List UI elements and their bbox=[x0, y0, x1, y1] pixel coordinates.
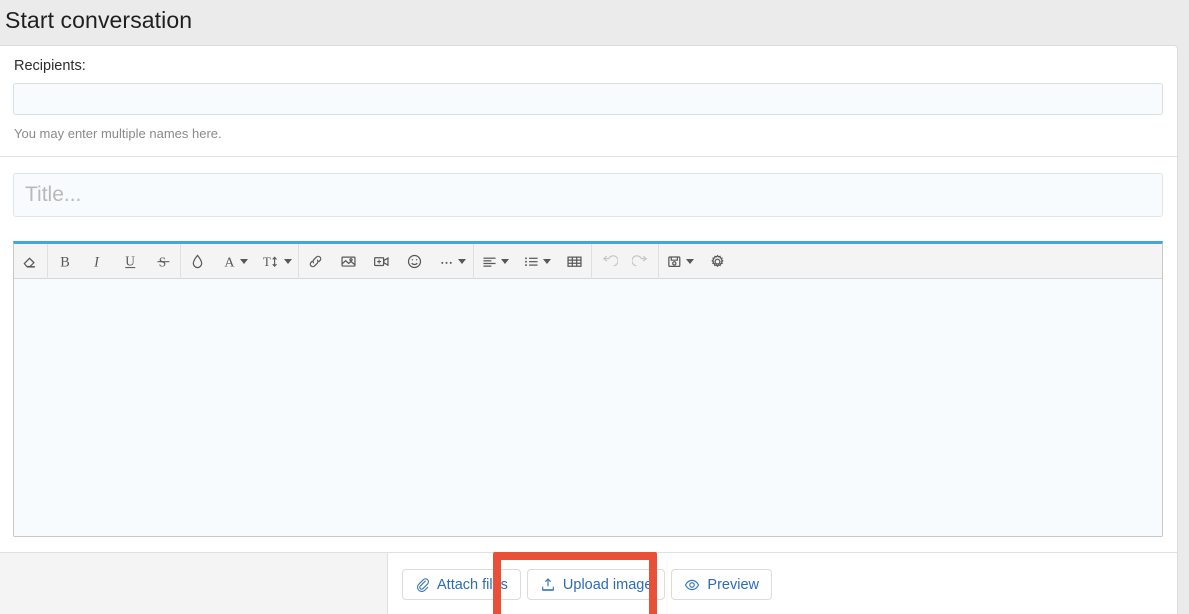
title-input[interactable] bbox=[13, 173, 1163, 217]
remove-format-icon[interactable] bbox=[14, 245, 47, 278]
preview-label: Preview bbox=[707, 577, 759, 593]
svg-text:I: I bbox=[93, 254, 100, 270]
attach-files-label: Attach files bbox=[437, 577, 508, 593]
toolbar-group-history bbox=[592, 244, 658, 279]
recipients-block: Recipients: You may enter multiple names… bbox=[0, 46, 1177, 156]
toolbar-group-insert bbox=[299, 244, 473, 279]
chevron-down-icon bbox=[284, 259, 292, 264]
draft-icon[interactable] bbox=[659, 245, 701, 278]
underline-icon[interactable]: U bbox=[114, 245, 147, 278]
toolbar-group-font: A T bbox=[181, 244, 298, 279]
toolbar-group-block bbox=[474, 244, 591, 279]
chevron-down-icon bbox=[543, 259, 551, 264]
font-family-icon[interactable]: A bbox=[214, 245, 256, 278]
bold-icon[interactable]: B bbox=[48, 245, 81, 278]
align-icon[interactable] bbox=[474, 245, 516, 278]
preview-button[interactable]: Preview bbox=[671, 569, 772, 600]
svg-text:A: A bbox=[224, 255, 235, 270]
table-icon[interactable] bbox=[558, 245, 591, 278]
text-color-icon[interactable] bbox=[181, 245, 214, 278]
footer-left-panel bbox=[0, 553, 388, 614]
svg-text:T: T bbox=[263, 254, 271, 269]
svg-text:B: B bbox=[60, 254, 70, 270]
emoji-icon[interactable] bbox=[398, 245, 431, 278]
italic-icon[interactable]: I bbox=[81, 245, 114, 278]
image-icon[interactable] bbox=[332, 245, 365, 278]
eye-icon bbox=[684, 577, 700, 593]
compose-panel: Recipients: You may enter multiple names… bbox=[0, 45, 1178, 614]
list-icon[interactable] bbox=[516, 245, 558, 278]
page-title: Start conversation bbox=[5, 5, 192, 35]
redo-icon[interactable] bbox=[625, 245, 658, 278]
strikethrough-icon[interactable]: S bbox=[147, 245, 180, 278]
editor-toolbar: B I U S bbox=[14, 244, 1162, 279]
undo-icon[interactable] bbox=[592, 245, 625, 278]
link-icon[interactable] bbox=[299, 245, 332, 278]
section-divider bbox=[0, 156, 1177, 157]
page-header: Start conversation bbox=[0, 0, 1189, 45]
chevron-down-icon bbox=[686, 259, 694, 264]
more-options-icon[interactable] bbox=[431, 245, 473, 278]
editor-footer: Attach files Upload image bbox=[0, 552, 1177, 614]
chevron-down-icon bbox=[240, 259, 248, 264]
toolbar-group-text-style: B I U S bbox=[48, 244, 180, 279]
toolbar-group-tools bbox=[659, 244, 734, 279]
paperclip-icon bbox=[415, 577, 430, 592]
upload-icon bbox=[540, 577, 556, 593]
toolbar-group-format-clear bbox=[14, 244, 47, 279]
chevron-down-icon bbox=[501, 259, 509, 264]
recipients-help-text: You may enter multiple names here. bbox=[14, 126, 222, 141]
chevron-down-icon bbox=[458, 259, 466, 264]
attach-files-button[interactable]: Attach files bbox=[402, 569, 521, 600]
video-icon[interactable] bbox=[365, 245, 398, 278]
footer-button-group: Attach files Upload image bbox=[402, 569, 772, 600]
editor-content-area[interactable] bbox=[14, 280, 1162, 536]
upload-image-button[interactable]: Upload image bbox=[527, 569, 665, 600]
font-size-icon[interactable]: T bbox=[256, 245, 298, 278]
recipients-label: Recipients: bbox=[14, 58, 86, 74]
gear-icon[interactable] bbox=[701, 245, 734, 278]
upload-image-label: Upload image bbox=[563, 577, 652, 593]
recipients-input[interactable] bbox=[13, 83, 1163, 115]
screen-root: Start conversation Recipients: You may e… bbox=[0, 0, 1189, 614]
rich-text-editor: B I U S bbox=[13, 241, 1163, 537]
svg-text:U: U bbox=[125, 253, 135, 268]
